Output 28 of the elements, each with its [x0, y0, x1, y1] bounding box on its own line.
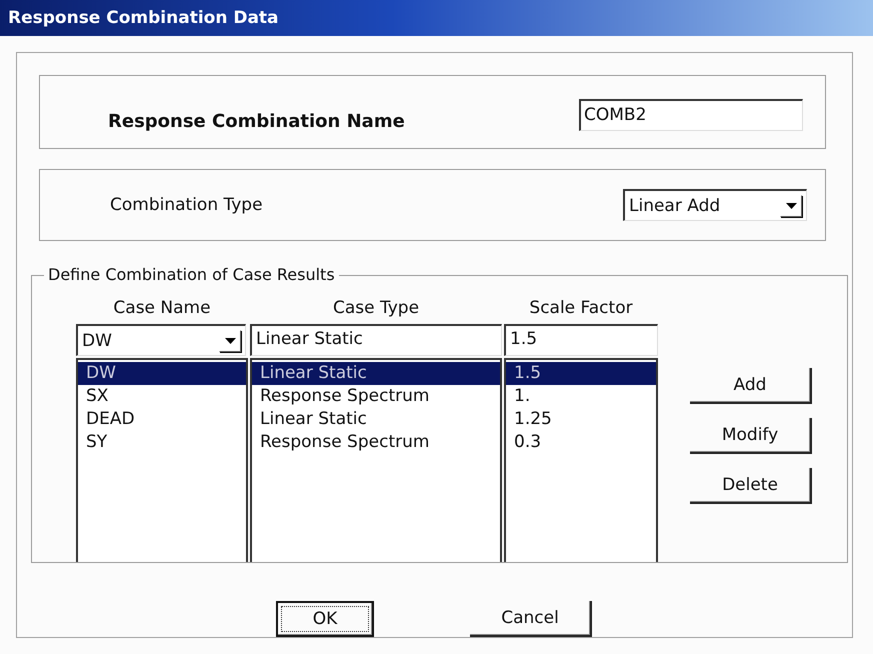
- window-title: Response Combination Data: [8, 8, 279, 28]
- field-label: Combination Type: [110, 195, 263, 215]
- dialog-button[interactable]: Cancel: [470, 601, 592, 637]
- list-item[interactable]: DW: [78, 362, 246, 385]
- name-input-field[interactable]: COMB2: [579, 99, 803, 131]
- list-item[interactable]: Linear Static: [252, 408, 500, 431]
- action-button[interactable]: Modify: [690, 418, 812, 454]
- list-item[interactable]: 1.25: [506, 408, 656, 431]
- list-item[interactable]: Response Spectrum: [252, 385, 500, 408]
- case-type-field[interactable]: Linear Static: [250, 324, 502, 356]
- list-item[interactable]: 1.: [506, 385, 656, 408]
- action-button[interactable]: Add: [690, 368, 812, 404]
- list-item[interactable]: 0.3: [506, 431, 656, 454]
- action-button[interactable]: Delete: [690, 468, 812, 504]
- dialog-button[interactable]: OK: [276, 601, 374, 637]
- scale-factor-field[interactable]: 1.5: [504, 324, 658, 356]
- list-item[interactable]: 1.5: [506, 362, 656, 385]
- list-item[interactable]: Response Spectrum: [252, 431, 500, 454]
- list-item[interactable]: Linear Static: [252, 362, 500, 385]
- column-header: Case Type: [332, 298, 420, 320]
- field-label: Response Combination Name: [108, 110, 405, 132]
- case-name-dropdown[interactable]: DW: [76, 324, 246, 356]
- list-item[interactable]: DEAD: [78, 408, 246, 431]
- column-header: Scale Factor: [528, 298, 634, 320]
- list-item[interactable]: SX: [78, 385, 246, 408]
- column-header: Case Name: [112, 298, 212, 320]
- list-item[interactable]: SY: [78, 431, 246, 454]
- combination-type-dropdown[interactable]: Linear Add: [623, 189, 807, 221]
